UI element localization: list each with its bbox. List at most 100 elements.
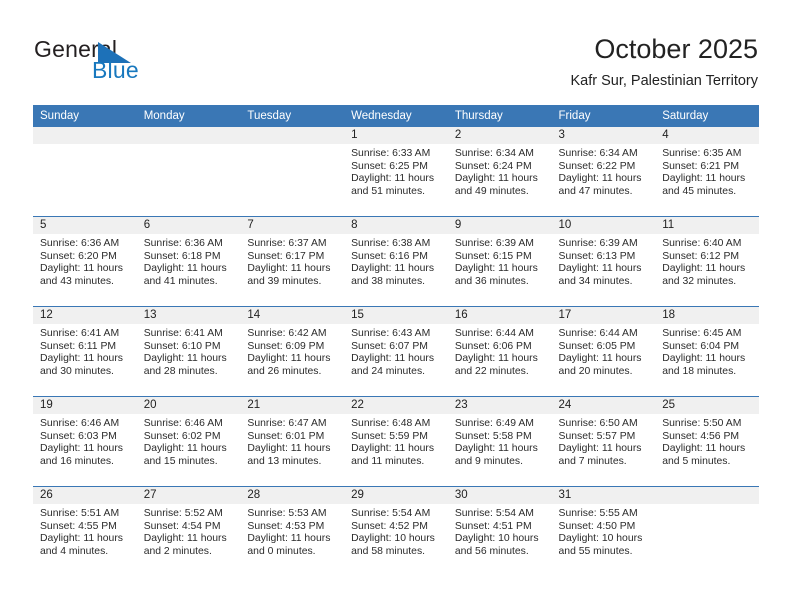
weekday-header-saturday: Saturday: [655, 105, 759, 127]
title-block: October 2025 Kafr Sur, Palestinian Terri…: [570, 33, 758, 91]
daylight-text-line2: and 18 minutes.: [662, 365, 737, 377]
day-number: 11: [655, 217, 759, 234]
calendar-day-cell[interactable]: 8 Sunrise: 6:38 AM Sunset: 6:16 PM Daylight…: [344, 216, 448, 307]
day-details: Sunrise: 6:39 AM Sunset: 6:15 PM Daylight:…: [448, 234, 552, 288]
calendar-day-cell[interactable]: 4 Sunrise: 6:35 AM Sunset: 6:21 PM Daylight…: [655, 127, 759, 217]
daylight-text-line2: and 36 minutes.: [454, 275, 529, 287]
calendar-day-cell[interactable]: 27 Sunrise: 5:52 AM Sunset: 4:54 PM Dayligh…: [136, 486, 241, 576]
calendar-day-cell[interactable]: 1 Sunrise: 6:33 AM Sunset: 6:25 PM Daylight…: [344, 127, 448, 217]
day-details: Sunrise: 6:34 AM Sunset: 6:24 PM Daylight:…: [448, 144, 552, 198]
calendar-day-cell[interactable]: 5 Sunrise: 6:36 AM Sunset: 6:20 PM Daylight…: [33, 216, 137, 307]
daylight-text-line2: and 5 minutes.: [662, 455, 731, 467]
calendar-day-cell[interactable]: 24 Sunrise: 6:50 AM Sunset: 5:57 PM Dayligh…: [551, 396, 656, 487]
daylight-text-line1: Daylight: 11 hours: [558, 173, 642, 185]
sunset-text: Sunset: 6:21 PM: [662, 160, 740, 172]
day-number: 27: [136, 487, 241, 504]
daylight-text-line1: Daylight: 11 hours: [247, 353, 331, 365]
calendar-day-cell[interactable]: 20 Sunrise: 6:46 AM Sunset: 6:02 PM Dayligh…: [136, 396, 241, 487]
sunrise-text: Sunrise: 6:42 AM: [247, 328, 327, 339]
calendar-day-cell[interactable]: 6 Sunrise: 6:36 AM Sunset: 6:18 PM Daylight…: [136, 216, 241, 307]
calendar-day-cell: [240, 127, 345, 217]
day-details: Sunrise: 6:42 AM Sunset: 6:09 PM Daylight:…: [240, 324, 344, 378]
sunset-text: Sunset: 4:54 PM: [143, 520, 221, 532]
sunrise-text: Sunrise: 6:45 AM: [662, 328, 742, 339]
calendar-body: 1 Sunrise: 6:33 AM Sunset: 6:25 PM Daylight…: [33, 127, 759, 576]
calendar-day-cell[interactable]: 28 Sunrise: 5:53 AM Sunset: 4:53 PM Dayligh…: [240, 486, 345, 576]
sunrise-text: Sunrise: 6:48 AM: [351, 418, 431, 429]
calendar-day-cell[interactable]: 19 Sunrise: 6:46 AM Sunset: 6:03 PM Dayligh…: [33, 396, 137, 487]
day-details: Sunrise: 6:45 AM Sunset: 6:04 PM Daylight:…: [655, 324, 759, 378]
calendar-day-cell[interactable]: 9 Sunrise: 6:39 AM Sunset: 6:15 PM Daylight…: [447, 216, 552, 307]
sunset-text: Sunset: 5:59 PM: [351, 430, 428, 442]
sunset-text: Sunset: 6:12 PM: [662, 250, 740, 262]
calendar-day-cell[interactable]: 21 Sunrise: 6:47 AM Sunset: 6:01 PM Dayligh…: [240, 396, 345, 487]
sunrise-text: Sunrise: 6:40 AM: [662, 238, 742, 249]
calendar-day-cell[interactable]: 22 Sunrise: 6:48 AM Sunset: 5:59 PM Dayligh…: [344, 396, 448, 487]
calendar-day-cell[interactable]: 31 Sunrise: 5:55 AM Sunset: 4:50 PM Dayligh…: [551, 486, 656, 576]
daylight-text-line2: and 41 minutes.: [143, 275, 218, 287]
page-title: October 2025: [594, 34, 758, 64]
calendar-day-cell[interactable]: 15 Sunrise: 6:43 AM Sunset: 6:07 PM Dayligh…: [344, 306, 448, 397]
calendar-day-cell[interactable]: 18 Sunrise: 6:45 AM Sunset: 6:04 PM Dayligh…: [655, 306, 759, 397]
sunset-text: Sunset: 6:25 PM: [351, 160, 428, 172]
day-details: Sunrise: 6:44 AM Sunset: 6:05 PM Daylight:…: [552, 324, 656, 378]
day-cell-inner: [33, 127, 137, 216]
day-cell-inner: 30 Sunrise: 5:54 AM Sunset: 4:51 PM Dayligh…: [447, 487, 552, 576]
calendar-day-cell[interactable]: 29 Sunrise: 5:54 AM Sunset: 4:52 PM Dayligh…: [344, 486, 448, 576]
day-details: Sunrise: 6:34 AM Sunset: 6:22 PM Daylight:…: [552, 144, 656, 198]
daylight-text-line2: and 16 minutes.: [40, 455, 114, 467]
day-cell-inner: 10 Sunrise: 6:39 AM Sunset: 6:13 PM Dayligh…: [551, 217, 656, 306]
day-number: 3: [551, 127, 656, 144]
calendar-day-cell[interactable]: 13 Sunrise: 6:41 AM Sunset: 6:10 PM Dayligh…: [136, 306, 241, 397]
daylight-text-line1: Daylight: 11 hours: [40, 443, 123, 455]
calendar-day-cell[interactable]: 17 Sunrise: 6:44 AM Sunset: 6:05 PM Dayligh…: [551, 306, 656, 397]
day-cell-inner: [136, 127, 241, 216]
day-number: 10: [551, 217, 656, 234]
sunrise-text: Sunrise: 6:36 AM: [143, 238, 223, 249]
daylight-text-line2: and 13 minutes.: [247, 455, 322, 467]
daylight-text-line1: Daylight: 11 hours: [351, 263, 435, 275]
calendar-day-cell[interactable]: 14 Sunrise: 6:42 AM Sunset: 6:09 PM Dayligh…: [240, 306, 345, 397]
daylight-text-line1: Daylight: 11 hours: [40, 263, 123, 275]
day-cell-inner: 11 Sunrise: 6:40 AM Sunset: 6:12 PM Dayligh…: [655, 217, 759, 306]
day-cell-inner: 25 Sunrise: 5:50 AM Sunset: 4:56 PM Dayligh…: [655, 397, 759, 486]
day-details: Sunrise: 6:50 AM Sunset: 5:57 PM Daylight:…: [552, 414, 656, 468]
day-number: 24: [551, 397, 656, 414]
day-number: 4: [655, 127, 759, 144]
sunrise-text: Sunrise: 6:37 AM: [247, 238, 327, 249]
weekday-header-tuesday: Tuesday: [240, 105, 345, 127]
calendar-day-cell[interactable]: 25 Sunrise: 5:50 AM Sunset: 4:56 PM Dayligh…: [655, 396, 759, 487]
sunset-text: Sunset: 6:17 PM: [247, 250, 325, 262]
weekday-header-row: Sunday Monday Tuesday Wednesday Thursday…: [33, 105, 759, 127]
sunset-text: Sunset: 6:20 PM: [40, 250, 117, 262]
day-number: [136, 127, 241, 144]
calendar-week-row: 1 Sunrise: 6:33 AM Sunset: 6:25 PM Daylight…: [33, 127, 759, 217]
daylight-text-line2: and 58 minutes.: [351, 545, 426, 557]
calendar-day-cell[interactable]: 16 Sunrise: 6:44 AM Sunset: 6:06 PM Dayligh…: [447, 306, 552, 397]
calendar-day-cell[interactable]: 7 Sunrise: 6:37 AM Sunset: 6:17 PM Daylight…: [240, 216, 345, 307]
weekday-header-thursday: Thursday: [447, 105, 552, 127]
day-details: Sunrise: 6:43 AM Sunset: 6:07 PM Daylight:…: [344, 324, 448, 378]
sunrise-text: Sunrise: 5:55 AM: [558, 508, 638, 519]
sunrise-text: Sunrise: 5:52 AM: [143, 508, 223, 519]
day-details: Sunrise: 5:55 AM Sunset: 4:50 PM Daylight:…: [552, 504, 656, 558]
brand-name-blue: Blue: [92, 57, 139, 83]
day-number: 23: [447, 397, 552, 414]
daylight-text-line1: Daylight: 11 hours: [143, 263, 227, 275]
day-number: 2: [447, 127, 552, 144]
day-number: 20: [136, 397, 241, 414]
calendar-day-cell[interactable]: 30 Sunrise: 5:54 AM Sunset: 4:51 PM Dayligh…: [447, 486, 552, 576]
calendar-day-cell[interactable]: 2 Sunrise: 6:34 AM Sunset: 6:24 PM Daylight…: [447, 127, 552, 217]
calendar-day-cell: [33, 127, 137, 217]
calendar-day-cell[interactable]: 3 Sunrise: 6:34 AM Sunset: 6:22 PM Daylight…: [551, 127, 656, 217]
calendar-day-cell[interactable]: 10 Sunrise: 6:39 AM Sunset: 6:13 PM Dayligh…: [551, 216, 656, 307]
day-cell-inner: 21 Sunrise: 6:47 AM Sunset: 6:01 PM Dayligh…: [240, 397, 345, 486]
calendar-day-cell[interactable]: 11 Sunrise: 6:40 AM Sunset: 6:12 PM Dayligh…: [655, 216, 759, 307]
calendar-day-cell[interactable]: 26 Sunrise: 5:51 AM Sunset: 4:55 PM Dayligh…: [33, 486, 137, 576]
brand-logo[interactable]: General Blue: [34, 36, 254, 92]
day-cell-inner: 20 Sunrise: 6:46 AM Sunset: 6:02 PM Dayligh…: [136, 397, 241, 486]
calendar-day-cell[interactable]: 23 Sunrise: 6:49 AM Sunset: 5:58 PM Dayligh…: [447, 396, 552, 487]
day-details: Sunrise: 6:38 AM Sunset: 6:16 PM Daylight:…: [344, 234, 448, 288]
calendar-day-cell[interactable]: 12 Sunrise: 6:41 AM Sunset: 6:11 PM Dayligh…: [33, 306, 137, 397]
day-cell-inner: 24 Sunrise: 6:50 AM Sunset: 5:57 PM Dayligh…: [551, 397, 656, 486]
